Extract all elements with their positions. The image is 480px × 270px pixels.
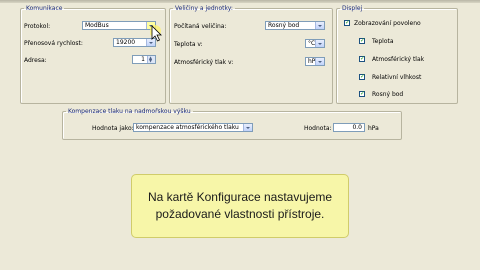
chevron-down-icon [246,126,250,129]
computed-quantity-value: Rosný bod [268,22,300,29]
pressure-unit-select[interactable]: hPa [305,57,325,66]
display-pressure-checkbox[interactable]: ✓ [359,56,365,62]
baud-rate-value: 19200 [116,39,136,46]
quantities-group: Veličiny a jednotky: [169,5,333,104]
chevron-down-icon[interactable]: ▼ [149,59,152,63]
address-label: Adresa: [24,57,47,64]
display-enabled-label: Zobrazování povoleno [354,20,421,27]
compensation-value-input[interactable]: 0.0 [333,123,365,132]
display-humidity-label: Relativní vlhkost [372,74,422,81]
compensation-mode-dropdown-button[interactable] [243,124,252,131]
display-dewpoint-label: Rosný bod [372,91,404,98]
address-stepper-buttons[interactable]: ▲ ▼ [147,56,155,63]
address-value: 1 [141,56,145,63]
protocol-value: ModBus [85,22,109,29]
computed-quantity-label: Počítaná veličina: [174,23,227,30]
display-group-title: Displej [342,5,363,12]
compensation-value-label: Hodnota: [304,125,332,132]
computed-quantity-dropdown-button[interactable] [315,22,324,29]
compensation-mode-label: Hodnota jako: [92,125,134,132]
display-temperature-checkbox[interactable]: ✓ [359,38,365,44]
compensation-mode-select[interactable]: kompenzace atmosférického tlaku [133,123,253,132]
compensation-mode-value: kompenzace atmosférického tlaku [136,124,239,131]
protocol-select[interactable]: ModBus [82,21,156,30]
chevron-down-icon [318,42,322,45]
display-humidity-checkbox[interactable]: ✓ [359,74,365,80]
baud-rate-label: Přenosová rychlost: [24,40,83,47]
chevron-down-icon [318,24,322,27]
quantities-group-title: Veličiny a jednotky: [175,5,233,12]
tutorial-callout: Na kartě Konfigurace nastavujeme požadov… [131,174,349,238]
display-dewpoint-checkbox[interactable]: ✓ [359,91,365,97]
computed-quantity-select[interactable]: Rosný bod [265,21,325,30]
pressure-unit-label: Atmosférický tlak v: [174,59,234,66]
chevron-down-icon [318,60,322,63]
window-top-edge [0,0,480,3]
compensation-unit-label: hPa [368,125,379,132]
communication-group-title: Komunikace [26,5,63,12]
pressure-unit-dropdown-button[interactable] [315,58,324,65]
compensation-group-title: Kompenzace tlaku na nadmořskou výšku [68,108,191,115]
display-pressure-label: Atmosférický tlak [372,56,425,63]
address-stepper[interactable]: 1 ▲ ▼ [132,55,156,64]
mouse-cursor-icon [150,25,162,42]
temperature-unit-dropdown-button[interactable] [315,40,324,47]
display-temperature-label: Teplota [372,38,394,45]
temperature-unit-select[interactable]: °C [305,39,325,48]
temperature-unit-label: Teplota v: [174,41,203,48]
protocol-label: Protokol: [24,23,51,30]
callout-line-1: Na kartě Konfigurace nastavujeme [147,190,333,204]
display-enabled-checkbox[interactable]: ✓ [344,20,350,26]
callout-line-2: požadované vlastnosti přístroje. [155,207,325,221]
